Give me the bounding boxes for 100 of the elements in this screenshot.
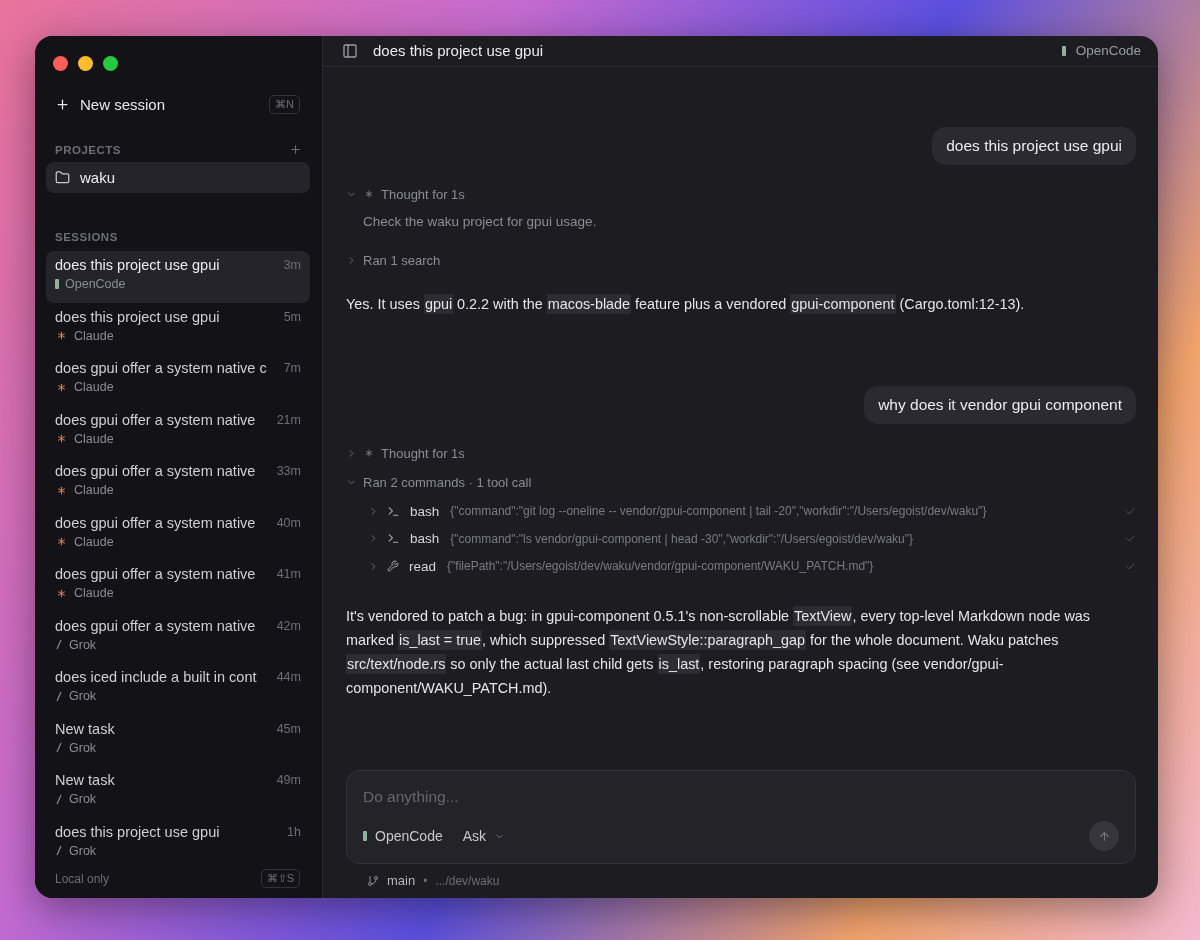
session-title: does gpui offer a system native — [55, 514, 256, 531]
session-item[interactable]: does gpui offer a system native 41m Claude — [46, 560, 310, 612]
agent-name: OpenCode — [65, 277, 126, 291]
section-heading: PROJECTS — [54, 143, 122, 156]
tool-name: bash — [410, 503, 440, 519]
sidebar-toggle-icon[interactable] — [342, 42, 358, 59]
agent-name: Grok — [69, 740, 97, 755]
arrow-up-icon — [1097, 829, 1111, 843]
new-session-button[interactable]: New session — [46, 88, 175, 121]
session-title: does gpui offer a system native — [55, 566, 256, 582]
plus-icon — [55, 97, 70, 112]
slash-icon — [55, 639, 63, 650]
agent-name: Grok — [69, 792, 97, 806]
session-title: does iced include a built in cont — [55, 669, 257, 685]
thought-text: Check the waku project for gpui usage. — [362, 213, 598, 229]
wrench-icon — [387, 560, 399, 573]
tool-arguments: {"command":"ls vendor/gpui-component | head -30","workdir":"/Users/egoist/dev/waku"} — [450, 531, 915, 546]
assistant-message: Yes. It uses gpui 0.2.2 with the macos-blade feature plus a vendored gpui-component (Cargo.toml:12-13). — [346, 292, 1026, 316]
slash-icon — [55, 742, 63, 753]
agent-name: Grok — [69, 843, 97, 858]
session-title: New task — [55, 720, 115, 737]
terminal-icon — [387, 504, 400, 518]
session-time: 1h — [287, 824, 301, 839]
session-item[interactable]: does gpui offer a system native 21m Claude — [46, 405, 310, 457]
asterisk-icon — [55, 432, 68, 445]
agent-name: Claude — [74, 534, 114, 549]
check-icon — [1125, 560, 1136, 572]
slash-icon — [55, 793, 63, 805]
session-item[interactable]: New task 45m Grok — [46, 714, 310, 766]
session-time: 5m — [283, 309, 301, 324]
session-time: 40m — [276, 515, 301, 530]
tool-group-toggle[interactable]: Ran 2 commands · 1 tool call — [346, 474, 1136, 490]
session-time: 21m — [276, 412, 301, 427]
session-item[interactable]: New task 49m Grok — [46, 766, 310, 818]
agent-picker[interactable]: OpenCode — [363, 828, 443, 844]
tool-group-toggle[interactable]: Ran 1 search — [346, 252, 1136, 268]
user-message: why does it vendor gpui component — [864, 385, 1136, 424]
session-title: does gpui offer a system native — [55, 463, 256, 479]
agent-name: Claude — [74, 586, 114, 600]
session-time: 42m — [276, 618, 301, 633]
session-title: does gpui offer a system native — [55, 617, 256, 634]
message-input[interactable]: Do anything... — [363, 788, 1119, 806]
branch-icon — [367, 874, 379, 887]
branch-name: main — [387, 873, 416, 888]
separator-dot: • — [423, 873, 428, 888]
session-item[interactable]: does gpui offer a system native c 7m Claude — [46, 354, 310, 406]
tool-arguments: {"command":"git log --oneline -- vendor/gpui-component | tail -20","workdir":"/Users/egoist/dev/waku"} — [450, 504, 988, 519]
thought-toggle[interactable]: Thought for 1s — [346, 445, 1136, 461]
chevron-right-icon — [368, 505, 379, 517]
thought-toggle[interactable]: Thought for 1s — [346, 186, 1136, 202]
asterisk-icon — [363, 447, 375, 459]
add-project-icon[interactable] — [289, 143, 302, 156]
session-title: does gpui offer a system native c — [55, 360, 267, 376]
shortcut-hint: ⌘⇧S — [260, 869, 300, 888]
session-time: 45m — [276, 721, 301, 736]
folder-icon — [55, 170, 70, 185]
session-title: New task — [55, 772, 115, 788]
agent-bar-icon — [1061, 45, 1066, 56]
session-title: does this project use gpui — [55, 257, 220, 273]
session-item[interactable]: does iced include a built in cont 44m Grok — [46, 663, 310, 715]
session-title: does this project use gpui — [55, 823, 220, 840]
zoom-button[interactable] — [103, 56, 118, 71]
minimize-button[interactable] — [78, 56, 93, 71]
agent-name: Claude — [74, 328, 114, 343]
user-message: does this project use gpui — [932, 126, 1136, 165]
session-title: does gpui offer a system native — [55, 411, 256, 428]
agent-bar-icon — [55, 279, 59, 289]
agent-bar-icon — [363, 831, 367, 841]
storage-label: Local only — [55, 871, 110, 886]
session-item[interactable]: does this project use gpui 1h Grok — [46, 817, 310, 869]
session-item[interactable]: does this project use gpui 3m OpenCode — [46, 251, 310, 303]
session-item[interactable]: does gpui offer a system native 40m Claude — [46, 508, 310, 560]
close-button[interactable] — [53, 56, 68, 71]
agent-name: Grok — [69, 637, 97, 652]
asterisk-icon — [363, 188, 375, 200]
session-time: 3m — [283, 258, 301, 272]
slash-icon — [55, 845, 63, 856]
tool-arguments: {"filePath":"/Users/egoist/dev/waku/vendor/gpui-component/WAKU_PATCH.md"} — [447, 559, 875, 574]
tool-name: bash — [410, 531, 440, 547]
agent-name: OpenCode — [1075, 43, 1141, 59]
session-item[interactable]: does gpui offer a system native 42m Grok — [46, 611, 310, 663]
session-title: does this project use gpui — [55, 308, 220, 325]
agent-name: Claude — [74, 431, 114, 446]
session-item[interactable]: does gpui offer a system native 33m Claude — [46, 457, 310, 509]
session-time: 41m — [276, 567, 301, 581]
shortcut-hint: ⌘N — [269, 95, 300, 114]
tool-name: read — [409, 558, 437, 574]
session-time: 49m — [276, 773, 301, 787]
assistant-message: It's vendored to patch a bug: in gpui-component 0.5.1's non-scrollable TextView, every top-level Markdown node was marked is_last = true, which suppressed TextViewStyle::paragraph_gap for the whole document. Waku patches src/text/node.rs so only the actual last child gets is_last, restoring paragraph spacing (see vendor/gpui-component/WAKU_PATCH.md). — [346, 605, 1091, 698]
check-icon — [1125, 505, 1136, 517]
session-item[interactable]: does this project use gpui 5m Claude — [46, 302, 310, 354]
agent-name: Grok — [69, 689, 97, 703]
window-title: does this project use gpui — [373, 42, 545, 60]
mode-picker[interactable]: Ask — [462, 828, 506, 844]
project-item[interactable]: waku — [46, 162, 310, 193]
session-time: 33m — [276, 464, 301, 478]
slash-icon — [55, 690, 63, 702]
agent-name: Claude — [74, 483, 114, 497]
session-time: 7m — [283, 361, 301, 375]
asterisk-icon — [55, 329, 68, 342]
